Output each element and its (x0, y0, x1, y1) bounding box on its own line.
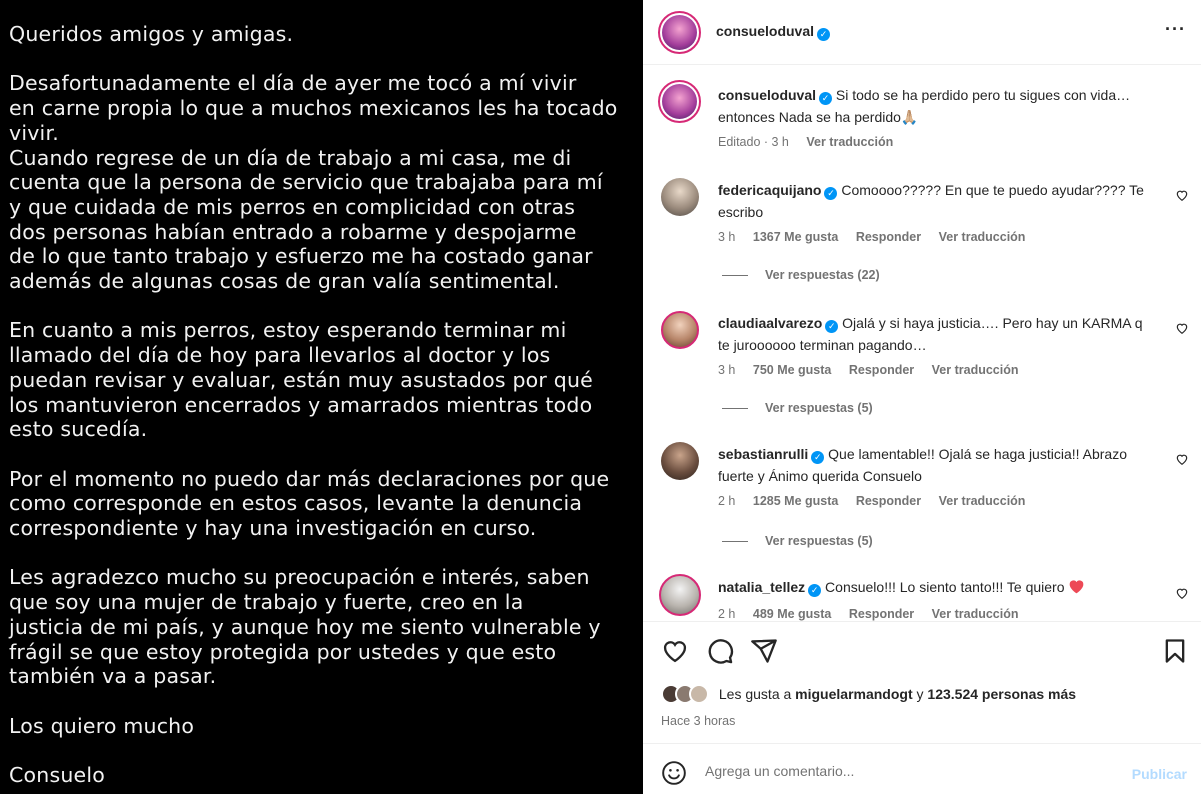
comment-reply-button[interactable]: Responder (849, 363, 914, 377)
likes-prefix: Les gusta a (718, 686, 792, 702)
post-paragraph: En cuanto a mis perros, estoy esperando … (9, 318, 593, 442)
post-paragraph: Los quiero mucho (9, 713, 195, 738)
post-paragraph: Desafortunadamente el día de ayer me toc… (9, 71, 618, 294)
comment-body: sebastianrulli ✓ Que lamentable!! Ojalá s… (718, 443, 1148, 487)
post-side-panel: consueloduval ✓ ··· consueloduval ✓ Si tod… (643, 0, 1201, 794)
likes-user[interactable]: miguelarmandogt (795, 686, 912, 702)
comment-avatar[interactable] (659, 574, 701, 616)
comment-body: federicaquijano ✓ Comoooo????? En que te … (718, 179, 1148, 223)
header-username-row: consueloduval ✓ (716, 23, 831, 41)
comment-avatar[interactable] (661, 311, 699, 349)
comment-like-icon[interactable] (1175, 321, 1189, 335)
comment-translate-link[interactable]: Ver traducción (932, 607, 1019, 621)
view-replies-label: Ver respuestas (5) (765, 534, 873, 548)
comment-body: natalia_tellez ✓ Consuelo!!! Lo siento ta… (718, 576, 1148, 598)
view-replies-link[interactable]: Ver respuestas (22) (722, 268, 880, 282)
comment-meta: 2 h 489 Me gusta Responder Ver traducció… (718, 607, 1033, 621)
likes-count[interactable]: 123.524 personas más (927, 686, 1076, 702)
comment-like-icon[interactable] (1175, 452, 1189, 466)
liker-avatar (689, 684, 709, 704)
author-username[interactable]: consueloduval (716, 23, 814, 39)
comment-likes[interactable]: 1367 Me gusta (753, 230, 838, 244)
save-bookmark-icon[interactable] (1161, 637, 1189, 665)
caption-username[interactable]: consueloduval (718, 87, 816, 103)
add-comment-bar: Publicar (643, 743, 1201, 794)
comment-time: 2 h (718, 607, 736, 621)
post-paragraph: Queridos amigos y amigas. (9, 22, 294, 46)
verified-icon: ✓ (817, 28, 831, 41)
caption-edited: Editado · 3 h (718, 135, 789, 149)
comment-likes[interactable]: 1285 Me gusta (753, 494, 838, 508)
comment-username[interactable]: sebastianrulli (718, 446, 808, 462)
post-time: Hace 3 horas (661, 714, 736, 728)
comment-time: 2 h (718, 494, 736, 508)
post-image-text: Queridos amigos y amigas. Desafortunadam… (9, 22, 639, 794)
likes-summary[interactable]: Les gusta a miguelarmandogt y 123.524 pe… (661, 684, 1076, 704)
comment-translate-link[interactable]: Ver traducción (939, 494, 1026, 508)
comment-like-icon[interactable] (1175, 586, 1189, 600)
likes-middle: y (916, 686, 924, 702)
comment-translate-link[interactable]: Ver traducción (932, 363, 1019, 377)
more-options-icon[interactable]: ··· (1165, 20, 1185, 42)
comment-time: 3 h (718, 363, 736, 377)
comment-input[interactable] (705, 758, 1105, 784)
comment-like-icon[interactable] (1175, 188, 1189, 202)
comment-translate-link[interactable]: Ver traducción (939, 230, 1026, 244)
verified-icon: ✓ (808, 584, 822, 597)
comment-time: 3 h (718, 230, 736, 244)
comment-likes[interactable]: 750 Me gusta (753, 363, 832, 377)
post-header: consueloduval ✓ ··· (643, 0, 1201, 65)
verified-icon: ✓ (825, 320, 839, 333)
view-replies-label: Ver respuestas (22) (765, 268, 880, 282)
comment-meta: 3 h 750 Me gusta Responder Ver traducció… (718, 363, 1033, 377)
caption-body: consueloduval ✓ Si todo se ha perdido per… (718, 84, 1148, 128)
comment-avatar[interactable] (661, 442, 699, 480)
red-heart-icon (1070, 580, 1084, 594)
emoji-icon[interactable] (661, 760, 687, 786)
verified-icon: ✓ (811, 451, 825, 464)
post-paragraph: Consuelo (9, 763, 105, 787)
like-heart-icon[interactable] (661, 637, 689, 665)
comment-likes[interactable]: 489 Me gusta (753, 607, 832, 621)
comment-username[interactable]: federicaquijano (718, 182, 821, 198)
share-send-icon[interactable] (750, 637, 778, 665)
publish-button[interactable]: Publicar (1132, 766, 1187, 782)
comment-username[interactable]: claudiaalvarezo (718, 315, 822, 331)
comment-reply-button[interactable]: Responder (856, 494, 921, 508)
post-paragraph: Les agradezco mucho su preocupación e in… (9, 565, 601, 689)
comment-username[interactable]: natalia_tellez (718, 579, 805, 595)
verified-icon: ✓ (819, 92, 833, 105)
replies-line (722, 408, 748, 410)
post-paragraph: Por el momento no puedo dar más declarac… (9, 466, 610, 541)
caption-avatar[interactable] (658, 80, 701, 123)
comment-reply-button[interactable]: Responder (856, 230, 921, 244)
replies-line (722, 541, 748, 543)
post-actions: Les gusta a miguelarmandogt y 123.524 pe… (643, 621, 1201, 743)
view-replies-link[interactable]: Ver respuestas (5) (722, 534, 873, 548)
comment-bubble-icon[interactable] (706, 637, 734, 665)
verified-icon: ✓ (824, 187, 838, 200)
post-image: Queridos amigos y amigas. Desafortunadam… (0, 0, 643, 794)
replies-line (722, 275, 748, 277)
comment-avatar[interactable] (661, 178, 699, 216)
comment-meta: 2 h 1285 Me gusta Responder Ver traducci… (718, 494, 1039, 508)
comment-body: claudiaalvarezo ✓ Ojalá y si haya justici… (718, 312, 1148, 356)
comment-meta: 3 h 1367 Me gusta Responder Ver traducci… (718, 230, 1039, 244)
comment-reply-button[interactable]: Responder (849, 607, 914, 621)
view-replies-label: Ver respuestas (5) (765, 401, 873, 415)
caption-meta: Editado · 3 h Ver traducción (718, 135, 907, 149)
view-replies-link[interactable]: Ver respuestas (5) (722, 401, 873, 415)
comment-text: Consuelo!!! Lo siento tanto!!! Te quiero (825, 579, 1065, 595)
author-avatar[interactable] (658, 11, 701, 54)
caption-translate-link[interactable]: Ver traducción (806, 135, 893, 149)
comments-list[interactable]: consueloduval ✓ Si todo se ha perdido per… (643, 66, 1201, 621)
